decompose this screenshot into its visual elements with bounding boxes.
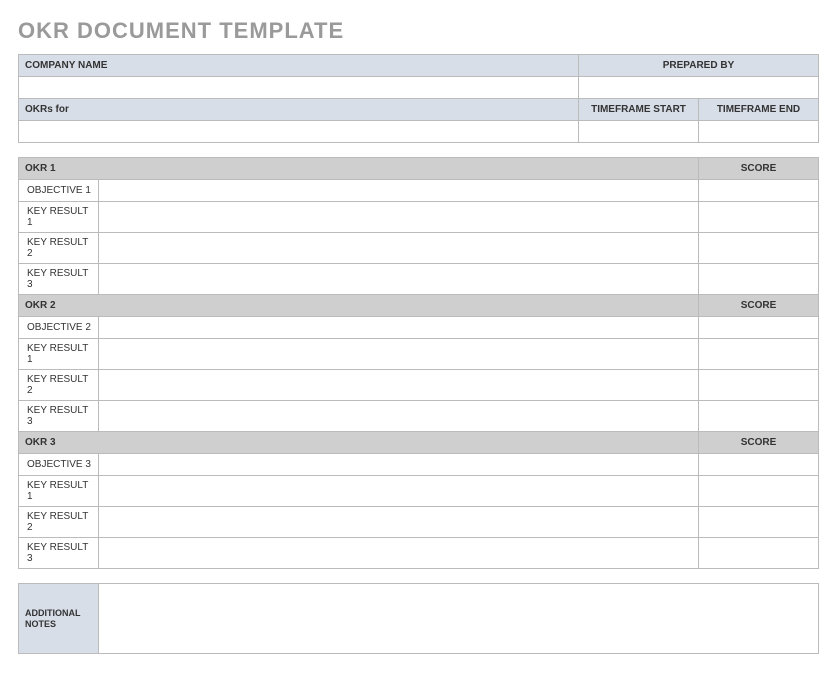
okr-row-label: KEY RESULT 1: [19, 202, 99, 233]
okr-value-input[interactable]: [99, 538, 699, 569]
timeframe-end-label: TIMEFRAME END: [699, 99, 819, 121]
notes-table: ADDITIONAL NOTES: [18, 583, 819, 654]
okr-value-input[interactable]: [99, 180, 699, 202]
okr-value-input[interactable]: [99, 202, 699, 233]
score-header: SCORE: [699, 158, 819, 180]
company-name-label: COMPANY NAME: [19, 55, 579, 77]
info-table: COMPANY NAME PREPARED BY OKRs for TIMEFR…: [18, 54, 819, 143]
okr-row-label: OBJECTIVE 2: [19, 317, 99, 339]
okr-value-input[interactable]: [99, 317, 699, 339]
okr-header: OKR 1: [19, 158, 699, 180]
timeframe-start-input[interactable]: [579, 121, 699, 143]
okr-value-input[interactable]: [99, 454, 699, 476]
okr-score-input[interactable]: [699, 476, 819, 507]
okr-row-label: KEY RESULT 3: [19, 538, 99, 569]
okr-score-input[interactable]: [699, 538, 819, 569]
timeframe-start-label: TIMEFRAME START: [579, 99, 699, 121]
okr-score-input[interactable]: [699, 339, 819, 370]
okr-value-input[interactable]: [99, 339, 699, 370]
okr-header: OKR 3: [19, 432, 699, 454]
okr-value-input[interactable]: [99, 370, 699, 401]
okr-row-label: OBJECTIVE 3: [19, 454, 99, 476]
okrs-for-input[interactable]: [19, 121, 579, 143]
okr-row-label: KEY RESULT 1: [19, 476, 99, 507]
okr-value-input[interactable]: [99, 476, 699, 507]
okr-header: OKR 2: [19, 295, 699, 317]
okr-table: OKR 1SCOREOBJECTIVE 1KEY RESULT 1KEY RES…: [18, 157, 819, 569]
okr-score-input[interactable]: [699, 264, 819, 295]
okr-row-label: KEY RESULT 2: [19, 233, 99, 264]
okr-row-label: KEY RESULT 1: [19, 339, 99, 370]
okr-value-input[interactable]: [99, 507, 699, 538]
okr-value-input[interactable]: [99, 401, 699, 432]
okr-score-input[interactable]: [699, 454, 819, 476]
okr-score-input[interactable]: [699, 233, 819, 264]
okr-value-input[interactable]: [99, 233, 699, 264]
okr-score-input[interactable]: [699, 370, 819, 401]
okr-row-label: OBJECTIVE 1: [19, 180, 99, 202]
okr-row-label: KEY RESULT 3: [19, 264, 99, 295]
okr-row-label: KEY RESULT 2: [19, 370, 99, 401]
timeframe-end-input[interactable]: [699, 121, 819, 143]
page-title: OKR DOCUMENT TEMPLATE: [18, 18, 819, 44]
okr-score-input[interactable]: [699, 180, 819, 202]
company-name-input[interactable]: [19, 77, 579, 99]
score-header: SCORE: [699, 432, 819, 454]
okr-row-label: KEY RESULT 2: [19, 507, 99, 538]
okr-score-input[interactable]: [699, 507, 819, 538]
prepared-by-label: PREPARED BY: [579, 55, 819, 77]
okr-score-input[interactable]: [699, 317, 819, 339]
okr-row-label: KEY RESULT 3: [19, 401, 99, 432]
additional-notes-input[interactable]: [99, 584, 819, 654]
okrs-for-label: OKRs for: [19, 99, 579, 121]
okr-value-input[interactable]: [99, 264, 699, 295]
additional-notes-label: ADDITIONAL NOTES: [19, 584, 99, 654]
okr-score-input[interactable]: [699, 202, 819, 233]
score-header: SCORE: [699, 295, 819, 317]
prepared-by-input[interactable]: [579, 77, 819, 99]
okr-score-input[interactable]: [699, 401, 819, 432]
